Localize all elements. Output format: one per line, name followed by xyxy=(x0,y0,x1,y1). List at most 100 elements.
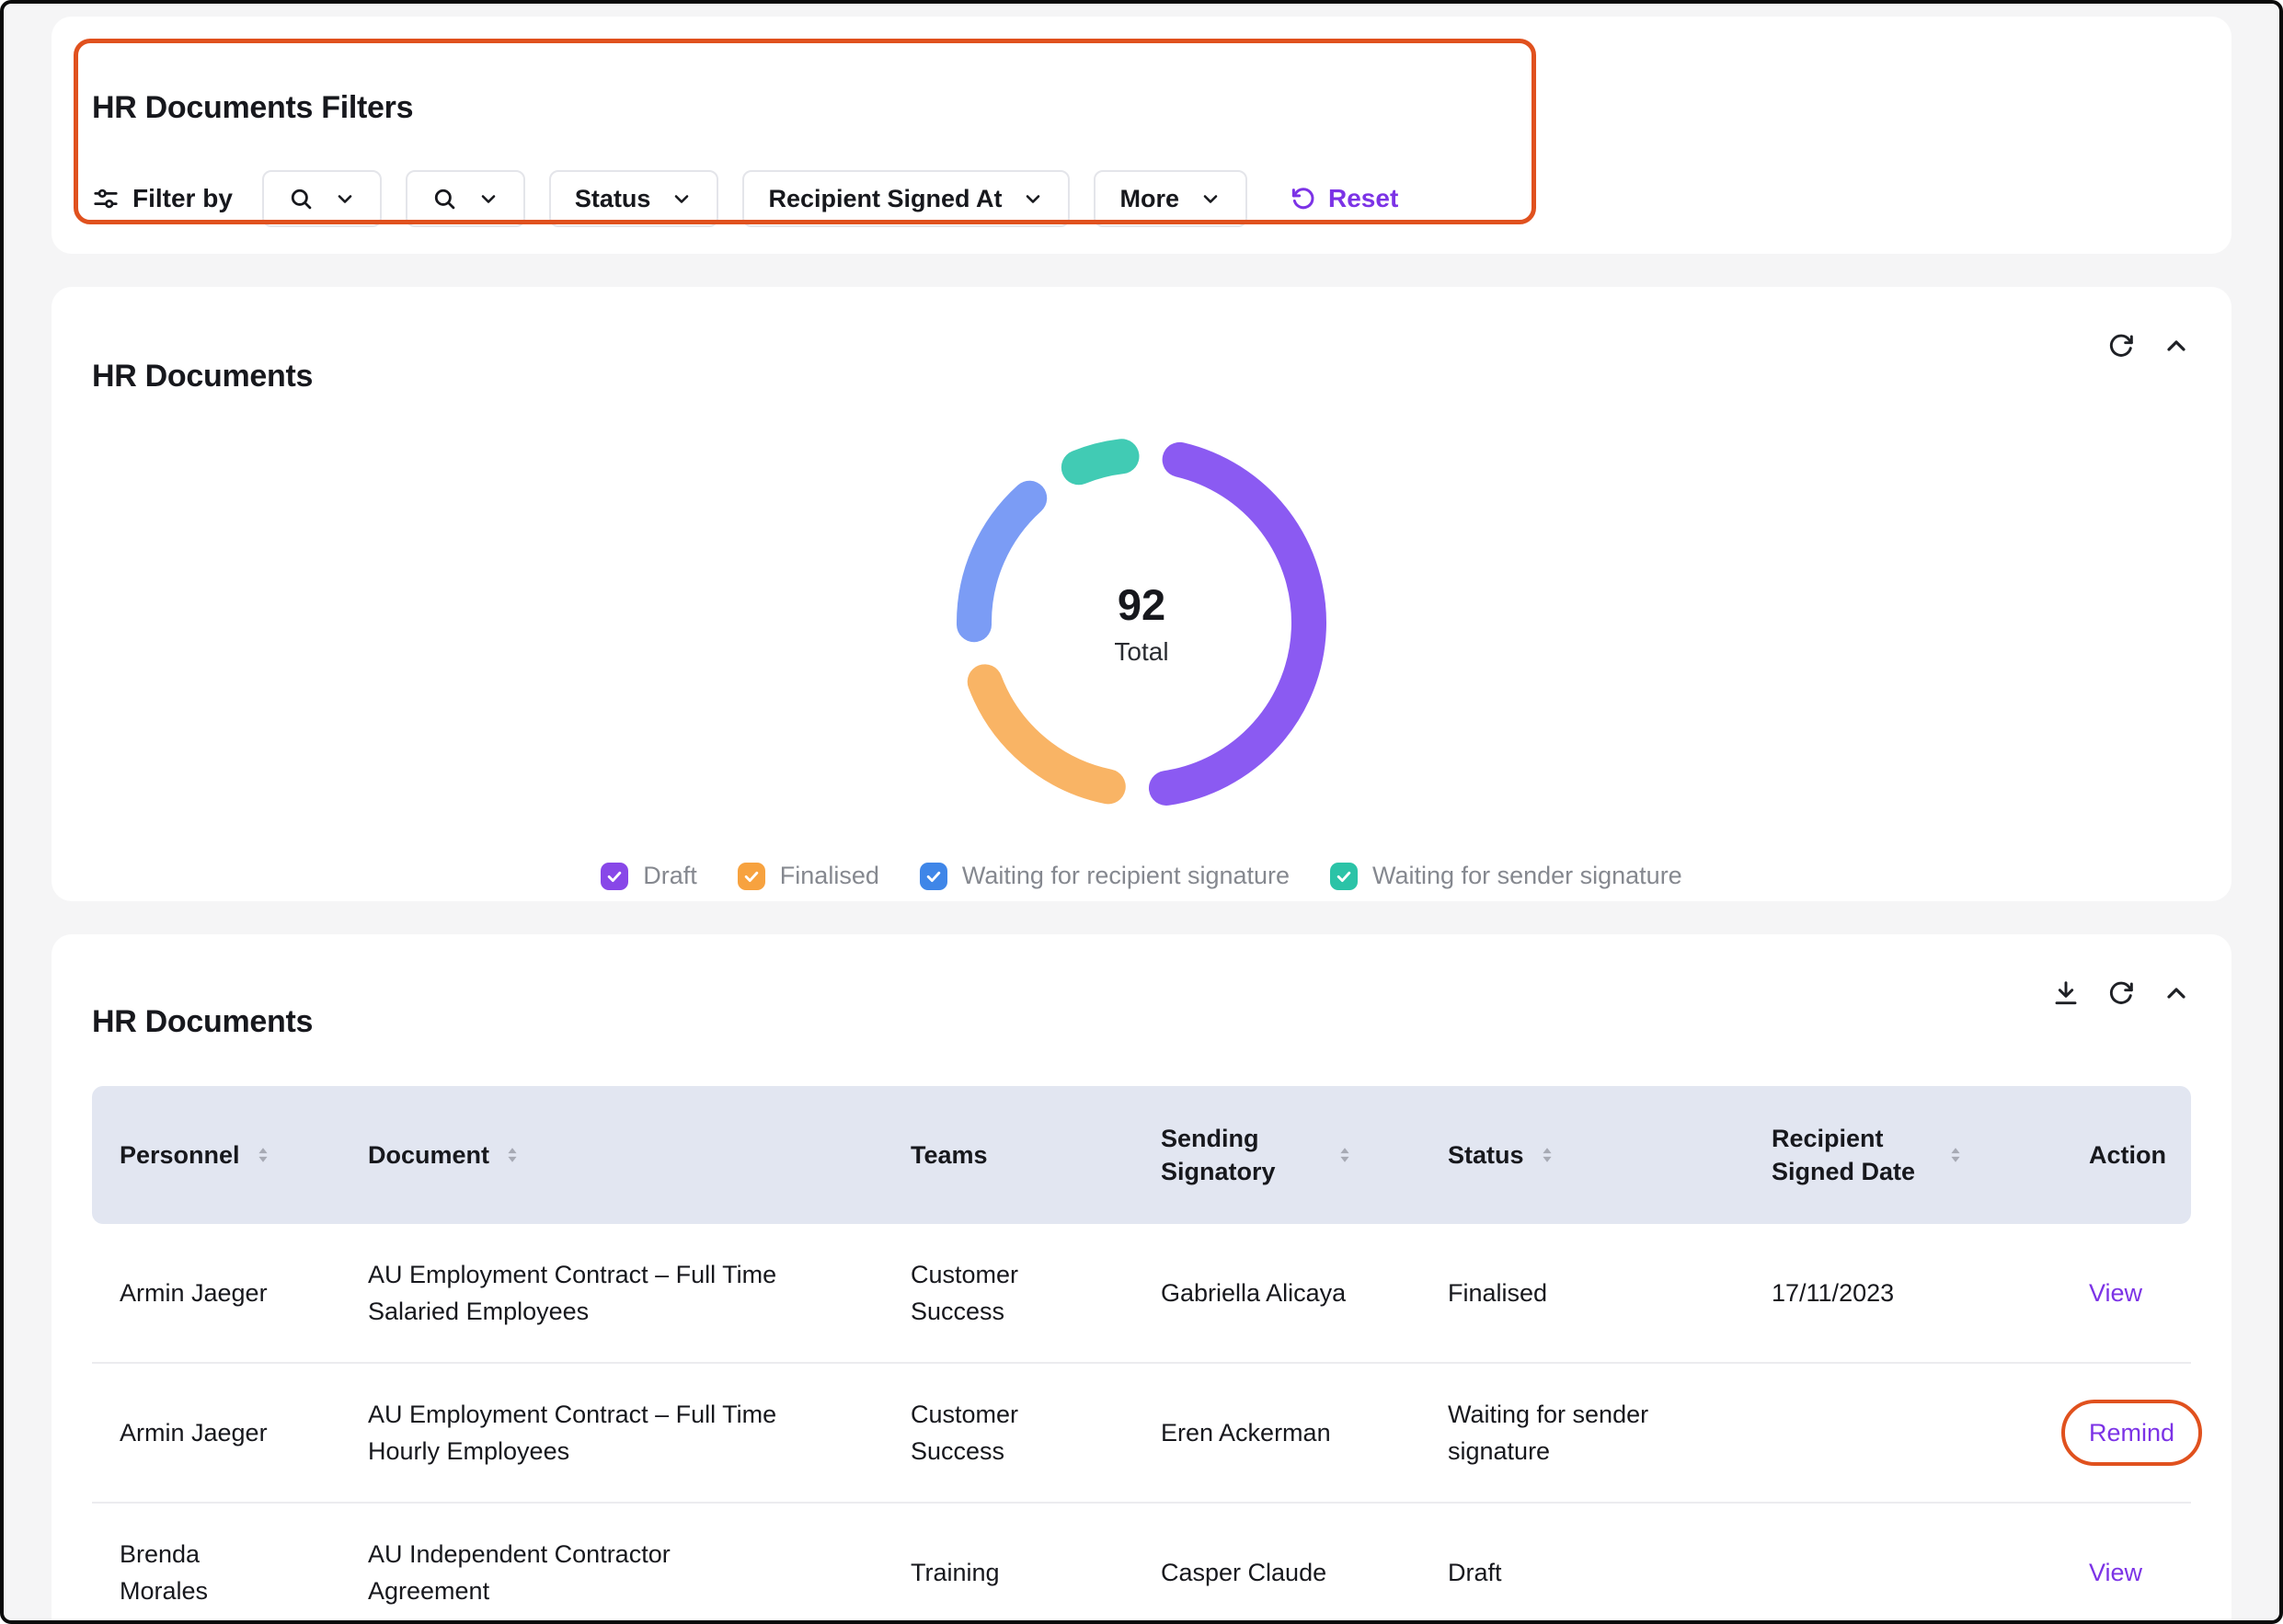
legend-label: Finalised xyxy=(780,862,879,890)
table-row: Brenda Morales AU Independent Contractor… xyxy=(92,1504,2191,1624)
cell-recipient-signed-date xyxy=(1744,1550,2061,1595)
search-icon xyxy=(431,186,457,212)
sliders-icon xyxy=(92,185,120,212)
sort-icon[interactable] xyxy=(253,1145,273,1165)
legend-item[interactable]: Draft xyxy=(601,862,697,890)
column-header-label: Status xyxy=(1448,1138,1524,1172)
chevron-up-icon xyxy=(2162,331,2191,360)
filter-by-label-group: Filter by xyxy=(92,184,233,213)
download-button[interactable] xyxy=(2051,978,2081,1008)
cell-recipient-signed-date: 17/11/2023 xyxy=(1744,1252,2061,1334)
checkbox-checked-icon[interactable] xyxy=(738,863,765,890)
reset-icon xyxy=(1290,185,1317,212)
recipient-signed-at-filter-dropdown[interactable]: Recipient Signed At xyxy=(742,170,1070,227)
cell-personnel: Brenda Morales xyxy=(92,1514,340,1624)
refresh-icon xyxy=(2106,978,2136,1008)
column-header-label: Teams xyxy=(911,1138,988,1172)
legend-item[interactable]: Waiting for recipient signature xyxy=(920,862,1290,890)
column-header-label: Document xyxy=(368,1138,489,1172)
collapse-button[interactable] xyxy=(2162,978,2191,1008)
action-link[interactable]: Remind xyxy=(2061,1400,2202,1467)
chart-card-title: HR Documents xyxy=(92,359,2191,395)
column-header[interactable]: Status xyxy=(1420,1138,1744,1172)
column-header[interactable]: Sending Signatory xyxy=(1133,1122,1420,1189)
chevron-down-icon xyxy=(334,188,356,210)
search-icon xyxy=(288,186,314,212)
recipient-signed-at-filter-label: Recipient Signed At xyxy=(768,185,1002,213)
cell-sending-signatory: Casper Claude xyxy=(1133,1532,1420,1614)
cell-document: AU Independent Contractor Agreement xyxy=(340,1514,883,1624)
cell-status: Waiting for sender signature xyxy=(1420,1374,1744,1492)
filters-row: Filter by xyxy=(92,170,2191,227)
cell-sending-signatory: Gabriella Alicaya xyxy=(1133,1252,1420,1334)
filter-by-label: Filter by xyxy=(132,184,233,213)
cell-personnel: Armin Jaeger xyxy=(92,1252,340,1334)
cell-sending-signatory: Eren Ackerman xyxy=(1133,1392,1420,1474)
donut-chart-wrap: 92 Total xyxy=(939,420,1344,825)
more-filter-label: More xyxy=(1119,185,1179,213)
status-filter-dropdown[interactable]: Status xyxy=(549,170,719,227)
sort-icon[interactable] xyxy=(1335,1145,1355,1165)
cell-document: AU Employment Contract – Full Time Salar… xyxy=(340,1234,883,1353)
filters-card: HR Documents Filters Filter by xyxy=(52,17,2231,254)
refresh-button[interactable] xyxy=(2106,978,2136,1008)
checkbox-checked-icon[interactable] xyxy=(601,863,628,890)
column-header-label: Sending Signatory xyxy=(1161,1122,1322,1189)
search-filter-dropdown-2[interactable] xyxy=(406,170,525,227)
column-header[interactable]: Document xyxy=(340,1138,883,1172)
checkbox-checked-icon[interactable] xyxy=(1330,863,1358,890)
table-row: Armin Jaeger AU Employment Contract – Fu… xyxy=(92,1364,2191,1504)
legend-item[interactable]: Finalised xyxy=(738,862,879,890)
reset-filters-button[interactable]: Reset xyxy=(1284,183,1404,214)
cell-action: View xyxy=(2061,1252,2191,1334)
checkbox-checked-icon[interactable] xyxy=(920,863,947,890)
table-card-title: HR Documents xyxy=(92,1004,2191,1040)
download-icon xyxy=(2051,978,2081,1008)
action-link[interactable]: View xyxy=(2089,1279,2142,1307)
cell-teams: Training xyxy=(883,1532,1133,1614)
column-header[interactable]: Personnel xyxy=(92,1138,340,1172)
cell-status: Draft xyxy=(1420,1532,1744,1614)
column-header-label: Action xyxy=(2089,1138,2166,1172)
refresh-button[interactable] xyxy=(2106,331,2136,360)
page: HR Documents Filters Filter by xyxy=(0,0,2283,1624)
column-header[interactable]: Teams xyxy=(883,1138,1133,1172)
reset-label: Reset xyxy=(1328,184,1398,213)
search-filter-dropdown-1[interactable] xyxy=(262,170,382,227)
chevron-down-icon xyxy=(1199,188,1222,210)
more-filter-dropdown[interactable]: More xyxy=(1094,170,1247,227)
hr-documents-table-card: HR Documents xyxy=(52,934,2231,1624)
chevron-down-icon xyxy=(1022,188,1044,210)
cell-recipient-signed-date xyxy=(1744,1411,2061,1455)
action-link[interactable]: View xyxy=(2089,1559,2142,1586)
donut-total-value: 92 xyxy=(1118,579,1165,630)
legend-item[interactable]: Waiting for sender signature xyxy=(1330,862,1682,890)
legend-label: Draft xyxy=(643,862,697,890)
column-header[interactable]: Action xyxy=(2061,1138,2191,1172)
sort-icon[interactable] xyxy=(1537,1145,1557,1165)
cell-personnel: Armin Jaeger xyxy=(92,1392,340,1474)
legend-label: Waiting for sender signature xyxy=(1372,862,1682,890)
cell-status: Finalised xyxy=(1420,1252,1744,1334)
column-header-label: Recipient Signed Date xyxy=(1772,1122,1933,1189)
donut-total-label: Total xyxy=(1114,637,1168,667)
cell-action: View xyxy=(2061,1532,2191,1614)
status-filter-label: Status xyxy=(575,185,651,213)
chevron-down-icon xyxy=(477,188,499,210)
sort-icon[interactable] xyxy=(1945,1145,1966,1165)
cell-teams: Customer Success xyxy=(883,1234,1133,1353)
table-body: Armin Jaeger AU Employment Contract – Fu… xyxy=(92,1224,2191,1624)
table-header-row: Personnel Document xyxy=(92,1086,2191,1224)
sort-icon[interactable] xyxy=(502,1145,522,1165)
legend-label: Waiting for recipient signature xyxy=(962,862,1290,890)
cell-teams: Customer Success xyxy=(883,1374,1133,1492)
chevron-up-icon xyxy=(2162,978,2191,1008)
column-header-label: Personnel xyxy=(120,1138,240,1172)
collapse-button[interactable] xyxy=(2162,331,2191,360)
refresh-icon xyxy=(2106,331,2136,360)
column-header[interactable]: Recipient Signed Date xyxy=(1744,1122,2061,1189)
chevron-down-icon xyxy=(671,188,693,210)
filters-title: HR Documents Filters xyxy=(92,90,2191,126)
hr-documents-chart-card: HR Documents 9 xyxy=(52,287,2231,901)
chart-card-actions xyxy=(2106,331,2191,360)
